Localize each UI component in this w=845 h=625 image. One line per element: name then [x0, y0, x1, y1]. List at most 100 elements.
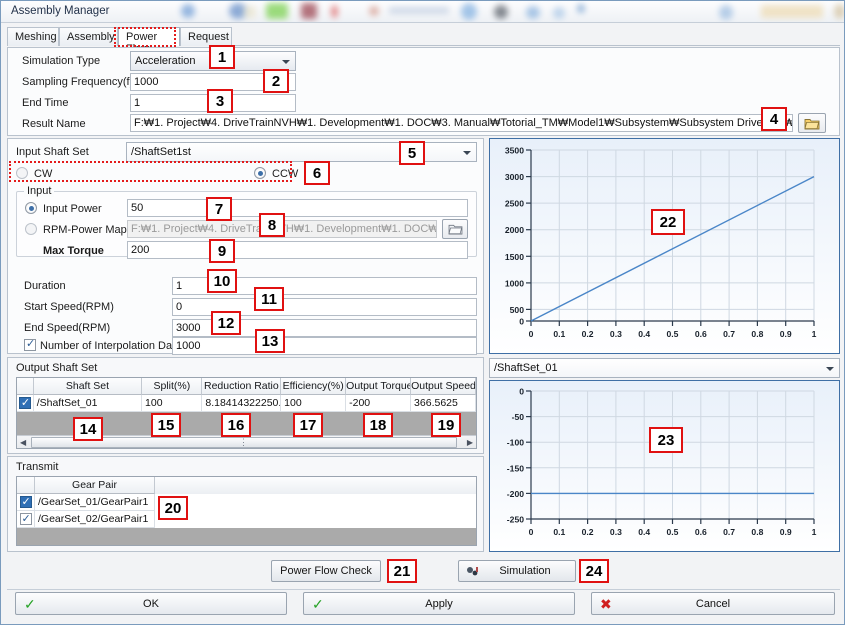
- svg-text:0.7: 0.7: [723, 527, 735, 537]
- svg-text:0.2: 0.2: [582, 527, 594, 537]
- footer: ✓ OK ✓ Apply ✖ Cancel: [7, 592, 840, 618]
- svg-text:-150: -150: [507, 463, 524, 473]
- svg-text:0.1: 0.1: [553, 329, 565, 339]
- row-checkbox-cell[interactable]: [17, 494, 35, 511]
- scrollbar-grip-icon: ⋮: [239, 437, 248, 448]
- apply-button[interactable]: ✓ Apply: [303, 592, 575, 615]
- scroll-left-arrow-icon[interactable]: ◀: [20, 437, 26, 448]
- cell-split: 100: [142, 395, 202, 412]
- check-icon: ✓: [312, 596, 324, 612]
- output-torque-chart-panel: 0 -50 -100 -150 -200 -250: [489, 380, 840, 552]
- cell-shaft-set: /ShaftSet_01: [34, 395, 142, 412]
- svg-text:0.7: 0.7: [723, 329, 735, 339]
- tab-meshing[interactable]: Meshing: [7, 27, 59, 46]
- decorative-icon: [526, 6, 540, 19]
- cancel-label: Cancel: [696, 598, 730, 610]
- end-speed-label: End Speed(RPM): [24, 322, 110, 334]
- rpm-power-map-radio[interactable]: [25, 223, 37, 235]
- input-shaft-set-value: /ShaftSet1st: [131, 146, 191, 158]
- decorative-icon: [369, 6, 379, 16]
- window-title: Assembly Manager: [11, 5, 109, 17]
- column-header-efficiency[interactable]: Efficiency(%): [281, 378, 346, 395]
- decorative-icon: [577, 4, 585, 13]
- tab-label: Meshing: [15, 31, 57, 43]
- input-power-label: Input Power: [43, 203, 102, 215]
- simulation-label: Simulation: [499, 565, 550, 577]
- power-flow-check-label: Power Flow Check: [280, 565, 372, 577]
- svg-text:0.5: 0.5: [667, 329, 679, 339]
- annotation-marker-14: 14: [73, 417, 103, 441]
- direction-ccw-radio[interactable]: [254, 167, 266, 179]
- input-power-input[interactable]: 50: [127, 199, 468, 217]
- column-header-gear-pair[interactable]: Gear Pair: [35, 477, 155, 494]
- annotation-marker-5: 5: [399, 141, 425, 165]
- output-shaft-set-title: Output Shaft Set: [16, 362, 97, 374]
- decorative-icon: [719, 5, 733, 20]
- apply-label: Apply: [425, 598, 453, 610]
- result-name-browse-button[interactable]: [798, 113, 826, 133]
- annotation-marker-24: 24: [579, 559, 609, 583]
- interpolation-data-checkbox[interactable]: [24, 339, 36, 351]
- start-speed-label: Start Speed(RPM): [24, 301, 114, 313]
- decorative-icon: [266, 3, 288, 19]
- annotation-marker-10: 10: [207, 269, 237, 293]
- rpm-power-map-browse-button[interactable]: [442, 219, 468, 239]
- folder-icon: [804, 117, 820, 130]
- simulation-type-value: Acceleration: [135, 55, 196, 67]
- folder-icon: [448, 223, 463, 235]
- annotation-marker-23: 23: [649, 427, 683, 453]
- cancel-button[interactable]: ✖ Cancel: [591, 592, 835, 615]
- svg-text:2000: 2000: [505, 225, 524, 235]
- output-chart-selector-combo[interactable]: /ShaftSet_01: [489, 358, 840, 378]
- duration-label: Duration: [24, 280, 66, 292]
- row-checkbox[interactable]: [20, 496, 32, 508]
- column-header-split[interactable]: Split(%): [142, 378, 202, 395]
- input-speed-chart: 3500 3000 2500 2000 1500 1000 500 0: [490, 139, 839, 353]
- ok-button[interactable]: ✓ OK: [15, 592, 287, 615]
- column-header-shaft-set[interactable]: Shaft Set: [34, 378, 142, 395]
- list-item[interactable]: /GearSet_01/GearPair1: [17, 494, 476, 511]
- table-row[interactable]: /ShaftSet_01 100 8.18414322250... 100 -2…: [17, 395, 476, 412]
- row-checkbox[interactable]: [20, 513, 32, 525]
- svg-text:1500: 1500: [505, 252, 524, 262]
- cell-efficiency: 100: [281, 395, 346, 412]
- cell-reduction: 8.18414322250...: [202, 395, 281, 412]
- chevron-down-icon: [826, 367, 834, 371]
- table-header-row: Gear Pair: [17, 477, 476, 494]
- list-item[interactable]: /GearSet_02/GearPair1: [17, 511, 476, 528]
- input-power-radio[interactable]: [25, 202, 37, 214]
- tab-assembly[interactable]: Assembly: [59, 27, 118, 46]
- tab-request[interactable]: Request: [180, 27, 232, 46]
- scroll-right-arrow-icon[interactable]: ▶: [467, 437, 473, 448]
- power-flow-check-button[interactable]: Power Flow Check: [271, 560, 381, 582]
- simulation-type-label: Simulation Type: [22, 55, 100, 67]
- svg-text:0.1: 0.1: [553, 527, 565, 537]
- svg-text:0.4: 0.4: [638, 527, 650, 537]
- svg-text:0.8: 0.8: [751, 329, 763, 339]
- transmit-panel: Transmit Gear Pair /GearSet_01/GearPair1…: [7, 456, 484, 552]
- direction-cw-radio[interactable]: [16, 167, 28, 179]
- row-checkbox[interactable]: [19, 397, 31, 409]
- interpolation-data-input[interactable]: 1000: [172, 337, 477, 355]
- tab-power-flow[interactable]: Power Flow: [118, 27, 180, 46]
- annotation-marker-3: 3: [207, 89, 233, 113]
- table-header-row: Shaft Set Split(%) Reduction Ratio Effic…: [17, 378, 476, 395]
- svg-text:0.8: 0.8: [751, 527, 763, 537]
- row-checkbox-cell[interactable]: [17, 511, 35, 528]
- decorative-icon: [761, 5, 823, 18]
- max-torque-input[interactable]: 200: [127, 241, 468, 259]
- window-titlebar: Assembly Manager: [1, 1, 845, 23]
- cell-output-speed: 366.5625: [411, 395, 476, 412]
- transmit-table[interactable]: Gear Pair /GearSet_01/GearPair1 /GearSet…: [16, 476, 477, 546]
- decorative-icon: [181, 4, 195, 18]
- column-header-output-torque[interactable]: Output Torque: [346, 378, 411, 395]
- svg-text:1: 1: [812, 527, 817, 537]
- simulation-button[interactable]: Simulation: [458, 560, 576, 582]
- row-checkbox-cell[interactable]: [17, 395, 34, 412]
- column-header-output-speed[interactable]: Output Speed: [411, 378, 476, 395]
- result-name-input[interactable]: F:₩1. Project₩4. DriveTrainNVH₩1. Develo…: [130, 114, 793, 132]
- decorative-icon: [389, 7, 449, 14]
- column-header-reduction[interactable]: Reduction Ratio: [202, 378, 281, 395]
- tabstrip: Meshing Assembly Power Flow Request: [7, 27, 840, 46]
- svg-text:-250: -250: [507, 515, 524, 525]
